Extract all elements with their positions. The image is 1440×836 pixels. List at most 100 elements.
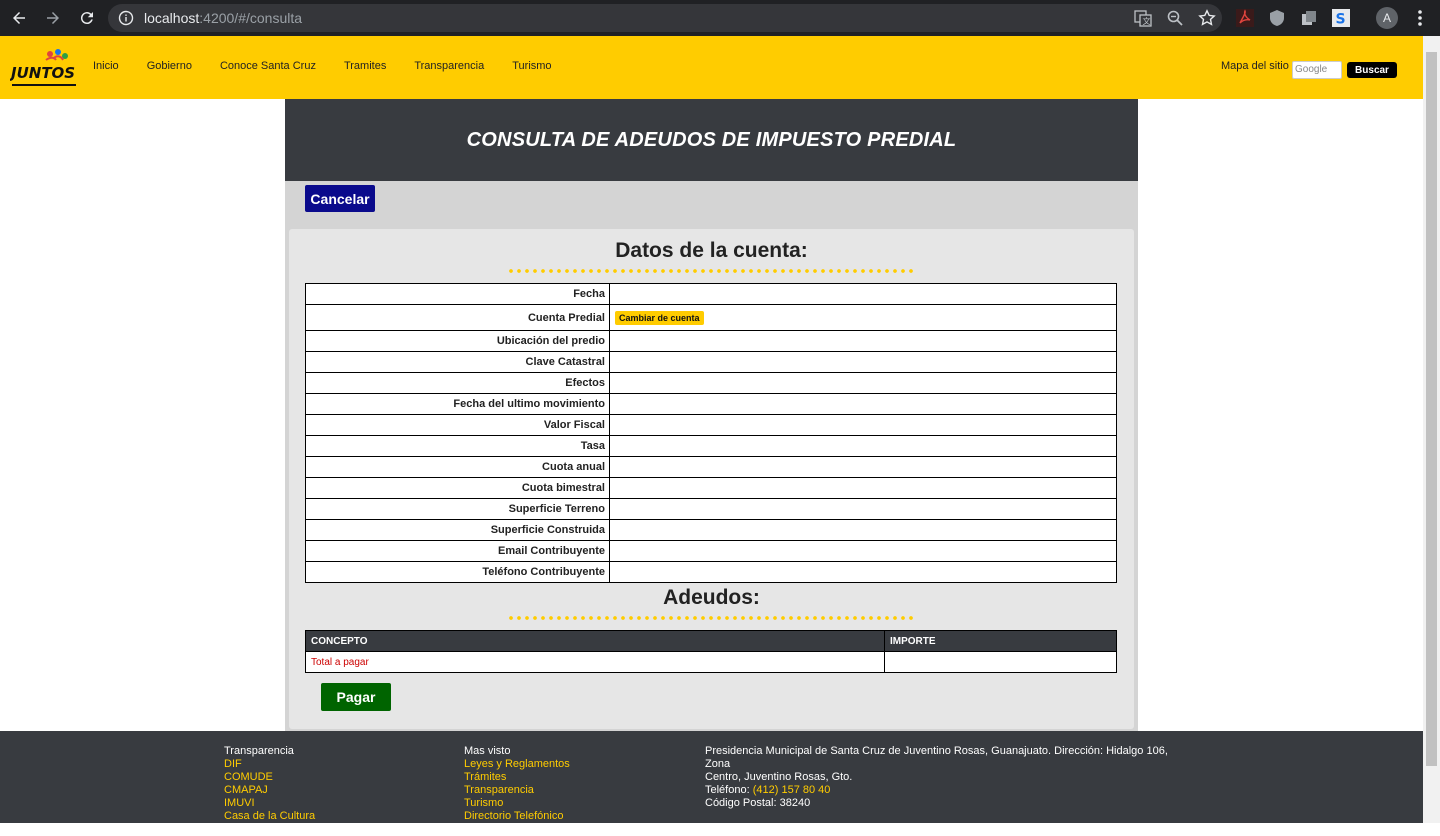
row-label: Clave Catastral	[305, 351, 610, 373]
main-container: CONSULTA DE ADEUDOS DE IMPUESTO PREDIAL …	[285, 99, 1138, 731]
pdf-extension-icon[interactable]	[1235, 8, 1255, 28]
change-account-button[interactable]: Cambiar de cuenta	[615, 310, 704, 325]
footer-col-address: Presidencia Municipal de Santa Cruz de J…	[705, 745, 1185, 836]
forward-icon[interactable]	[38, 3, 68, 33]
footer-col-mas-visto: Mas visto Leyes y Reglamentos Trámites T…	[464, 745, 570, 823]
row-label: Superficie Terreno	[305, 498, 610, 520]
footer-heading: Mas visto	[464, 745, 511, 757]
row-value: Cambiar de cuenta	[609, 304, 1117, 331]
table-row: Tasa	[305, 435, 1117, 457]
footer-phone-link[interactable]: (412) 157 80 40	[753, 784, 831, 796]
footer-phone-label: Teléfono:	[705, 784, 750, 796]
footer-copyright: © 2016 Todos los Derechos Reservados	[705, 823, 902, 835]
zoom-icon[interactable]	[1166, 9, 1184, 27]
debts-section-title: Adeudos:	[663, 586, 760, 609]
s-extension-icon[interactable]: S	[1331, 8, 1351, 28]
table-row: Valor Fiscal	[305, 414, 1117, 436]
footer-postal: Código Postal: 38240	[705, 797, 811, 809]
svg-text:JUNTOS: JUNTOS	[10, 64, 75, 82]
menu-kebab-icon[interactable]	[1414, 9, 1426, 27]
row-value	[609, 477, 1117, 499]
nav-tramites[interactable]: Tramites	[344, 60, 386, 72]
reload-icon[interactable]	[72, 3, 102, 33]
footer-link-comude[interactable]: COMUDE	[224, 771, 315, 784]
translate-icon[interactable]: 文	[1134, 9, 1152, 27]
footer-col-transparencia: Transparencia DIF COMUDE CMAPAJ IMUVI Ca…	[224, 745, 315, 823]
site-nav: Inicio Gobierno Conoce Santa Cruz Tramit…	[93, 60, 580, 72]
account-table: Fecha Cuenta Predial Cambiar de cuenta Ub…	[305, 283, 1117, 583]
site-map-link[interactable]: Mapa del sitio	[1221, 60, 1289, 72]
cancel-button[interactable]: Cancelar	[305, 185, 375, 212]
row-label: Cuota bimestral	[305, 477, 610, 499]
footer-link-transparencia[interactable]: Transparencia	[464, 784, 570, 797]
site-header: JUNTOS Inicio Gobierno Conoce Santa Cruz…	[0, 36, 1423, 99]
profile-avatar[interactable]: A	[1376, 7, 1398, 29]
nav-inicio[interactable]: Inicio	[93, 60, 119, 72]
footer-link-leyes[interactable]: Leyes y Reglamentos	[464, 758, 570, 771]
svg-text:S: S	[1336, 12, 1346, 28]
row-value	[609, 393, 1117, 415]
table-header-row: CONCEPTO IMPORTE	[305, 630, 1117, 652]
nav-turismo[interactable]: Turismo	[512, 60, 551, 72]
table-row: Superficie Construida	[305, 519, 1117, 541]
row-label: Ubicación del predio	[305, 330, 610, 352]
footer-link-casa-cultura[interactable]: Casa de la Cultura	[224, 810, 315, 823]
table-row: Fecha	[305, 283, 1117, 305]
table-row: Cuota anual	[305, 456, 1117, 478]
footer-heading: Transparencia	[224, 745, 294, 757]
debts-table: CONCEPTO IMPORTE Total a pagar	[305, 630, 1117, 673]
star-icon[interactable]	[1198, 9, 1216, 27]
footer-link-turismo[interactable]: Turismo	[464, 797, 570, 810]
title-band: CONSULTA DE ADEUDOS DE IMPUESTO PREDIAL	[285, 99, 1138, 181]
table-row: Teléfono Contribuyente	[305, 561, 1117, 583]
footer-link-tramites[interactable]: Trámites	[464, 771, 570, 784]
scrollbar-thumb[interactable]	[1426, 52, 1437, 766]
footer-link-dif[interactable]: DIF	[224, 758, 315, 771]
title-dots-divider	[507, 616, 917, 620]
footer-link-cmapaj[interactable]: CMAPAJ	[224, 784, 315, 797]
info-icon[interactable]	[118, 10, 134, 26]
nav-conoce-santa-cruz[interactable]: Conoce Santa Cruz	[220, 60, 316, 72]
footer-address-line2: Centro, Juventino Rosas, Gto.	[705, 771, 853, 783]
browser-toolbar: localhost:4200/#/consulta 文 S A	[0, 0, 1440, 36]
row-label: Efectos	[305, 372, 610, 394]
back-icon[interactable]	[4, 3, 34, 33]
row-label: Valor Fiscal	[305, 414, 610, 436]
row-label: Superficie Construida	[305, 519, 610, 541]
table-row: Fecha del ultimo movimiento	[305, 393, 1117, 415]
table-row: Superficie Terreno	[305, 498, 1117, 520]
search-button[interactable]: Buscar	[1347, 62, 1397, 78]
site-footer: Transparencia DIF COMUDE CMAPAJ IMUVI Ca…	[0, 731, 1423, 835]
address-bar[interactable]: localhost:4200/#/consulta 文	[108, 4, 1222, 32]
column-header-importe: IMPORTE	[884, 630, 1117, 652]
table-row: Clave Catastral	[305, 351, 1117, 373]
row-label: Fecha del ultimo movimiento	[305, 393, 610, 415]
table-row: Total a pagar	[305, 651, 1117, 673]
row-value	[609, 498, 1117, 520]
nav-gobierno[interactable]: Gobierno	[147, 60, 192, 72]
row-value	[609, 414, 1117, 436]
row-value	[609, 519, 1117, 541]
row-value	[609, 351, 1117, 373]
row-value	[609, 283, 1117, 305]
account-section-title: Datos de la cuenta:	[615, 239, 808, 262]
column-header-concepto: CONCEPTO	[305, 630, 885, 652]
row-value	[609, 330, 1117, 352]
row-label: Cuenta Predial	[305, 304, 610, 331]
search-input[interactable]: Google	[1292, 61, 1342, 79]
copy-extension-icon[interactable]	[1299, 8, 1319, 28]
row-label: Cuota anual	[305, 456, 610, 478]
table-row: Ubicación del predio	[305, 330, 1117, 352]
row-label: Fecha	[305, 283, 610, 305]
svg-text:文: 文	[1143, 16, 1151, 26]
nav-transparencia[interactable]: Transparencia	[414, 60, 484, 72]
total-value	[884, 651, 1117, 673]
footer-link-directorio[interactable]: Directorio Telefónico	[464, 810, 570, 823]
url-text: localhost:4200/#/consulta	[144, 10, 303, 26]
account-panel: Datos de la cuenta: Fecha Cuenta Predial…	[289, 229, 1134, 729]
shield-extension-icon[interactable]	[1267, 8, 1287, 28]
pay-button[interactable]: Pagar	[321, 683, 391, 711]
row-value	[609, 372, 1117, 394]
footer-link-imuvi[interactable]: IMUVI	[224, 797, 315, 810]
juntos-logo[interactable]: JUNTOS	[10, 46, 80, 90]
